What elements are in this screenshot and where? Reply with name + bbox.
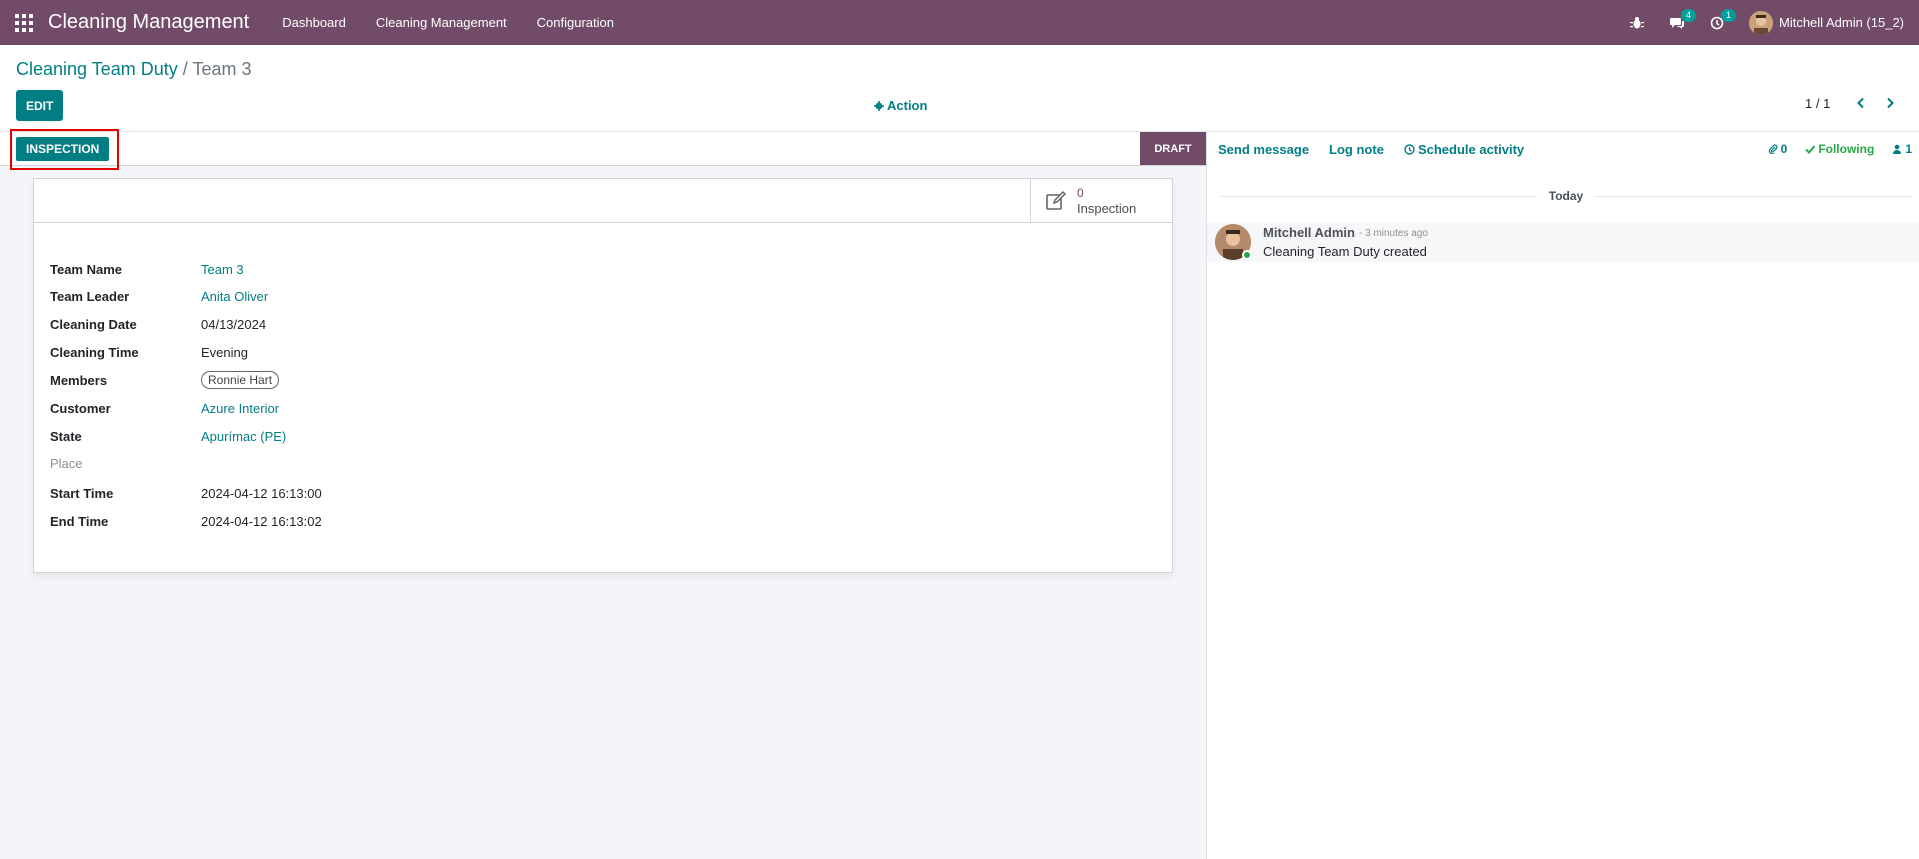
chatter-topbar: Send message Log note Schedule activity … [1207, 132, 1919, 166]
field-cleaning-date: Cleaning Date 04/13/2024 [50, 313, 266, 335]
start-time-value: 2024-04-12 16:13:00 [201, 485, 322, 501]
edit-pencil-icon [1046, 190, 1067, 210]
place-label: Place [50, 455, 83, 471]
online-status-dot [1242, 250, 1252, 260]
breadcrumb-parent-link[interactable]: Cleaning Team Duty [16, 59, 178, 79]
smart-button-box: 0 Inspection [34, 179, 1172, 223]
start-time-label: Start Time [50, 485, 114, 501]
inspection-smart-label: Inspection [1077, 201, 1137, 216]
state-value[interactable]: Apurímac (PE) [201, 429, 286, 444]
chatter-panel: Send message Log note Schedule activity … [1206, 132, 1919, 859]
form-sheet: 0 Inspection Team Name Team 3 Team Leade… [33, 178, 1173, 573]
message-author[interactable]: Mitchell Admin [1263, 225, 1355, 240]
cleaning-date-label: Cleaning Date [50, 316, 137, 332]
end-time-value: 2024-04-12 16:13:02 [201, 513, 322, 529]
inspection-smart-button[interactable]: 0 Inspection [1030, 179, 1172, 223]
following-label: Following [1818, 142, 1875, 156]
activities-clock-icon[interactable]: 1 [1697, 0, 1737, 45]
message-date: - 3 minutes ago [1359, 228, 1428, 239]
following-button[interactable]: Following [1805, 142, 1874, 156]
paperclip-icon [1768, 144, 1778, 154]
form-statusbar: INSPECTION DRAFT [0, 132, 1206, 166]
chevron-left-icon [1857, 97, 1864, 109]
schedule-activity-label: Schedule activity [1417, 141, 1525, 157]
chatter-topbar-right: 0 Following 1 [1750, 142, 1919, 156]
menu-item-cleaning-management[interactable]: Cleaning Management [361, 0, 522, 45]
apps-menu-icon[interactable] [0, 0, 48, 45]
chatter-message: Mitchell Admin - 3 minutes ago Cleaning … [1207, 222, 1919, 262]
menu-item-dashboard[interactable]: Dashboard [267, 0, 361, 45]
followers-count: 1 [1905, 142, 1912, 156]
main-menu: Dashboard Cleaning Management Configurat… [267, 0, 629, 45]
stage-draft[interactable]: DRAFT [1140, 132, 1206, 165]
separator-line [1221, 195, 1537, 197]
app-title[interactable]: Cleaning Management [48, 11, 249, 34]
systray: 4 1 Mitchell Admin (15_2) [1617, 0, 1919, 45]
user-avatar [1749, 10, 1773, 35]
inspection-count: 0 [1077, 186, 1084, 200]
attachments-count: 0 [1780, 142, 1788, 156]
messages-count-badge: 4 [1681, 9, 1697, 22]
debug-bug-icon[interactable] [1617, 0, 1657, 45]
attachments-button[interactable]: 0 [1768, 142, 1788, 156]
pager-previous-button[interactable] [1850, 92, 1872, 114]
state-label: State [50, 428, 82, 444]
user-name: Mitchell Admin (15_2) [1779, 15, 1904, 30]
team-leader-value[interactable]: Anita Oliver [201, 289, 268, 304]
date-separator: Today [1221, 187, 1912, 205]
date-separator-label: Today [1548, 189, 1584, 203]
inspection-button[interactable]: INSPECTION [16, 137, 110, 161]
activities-count-badge: 1 [1721, 9, 1737, 22]
separator-line [1595, 195, 1912, 197]
message-author-avatar[interactable] [1215, 224, 1252, 260]
field-state: State Apurímac (PE) [50, 425, 286, 447]
control-panel: Cleaning Team Duty / Team 3 EDIT Action … [0, 45, 1919, 132]
field-members: Members Ronnie Hart [50, 369, 280, 391]
action-menu-button[interactable]: Action [874, 98, 927, 113]
breadcrumb-separator: / [182, 59, 188, 79]
cleaning-time-label: Cleaning Time [50, 344, 139, 360]
log-note-button[interactable]: Log note [1329, 142, 1384, 157]
message-body: Cleaning Team Duty created [1263, 244, 1427, 259]
chevron-right-icon [1887, 97, 1894, 109]
clock-icon [1404, 143, 1415, 155]
field-start-time: Start Time 2024-04-12 16:13:00 [50, 482, 322, 504]
user-menu[interactable]: Mitchell Admin (15_2) [1749, 10, 1904, 35]
members-label: Members [50, 372, 108, 388]
field-place: Place [50, 452, 201, 474]
edit-button[interactable]: EDIT [16, 90, 64, 121]
breadcrumb: Cleaning Team Duty / Team 3 [16, 59, 252, 80]
user-icon [1893, 144, 1902, 154]
field-cleaning-time: Cleaning Time Evening [50, 341, 248, 363]
field-customer: Customer Azure Interior [50, 397, 279, 419]
gear-icon [874, 100, 884, 111]
pager-next-button[interactable] [1879, 92, 1901, 114]
cleaning-date-value: 04/13/2024 [201, 316, 267, 332]
cleaning-time-value: Evening [201, 344, 248, 360]
top-navbar: Cleaning Management Dashboard Cleaning M… [0, 0, 1919, 45]
messages-icon[interactable]: 4 [1657, 0, 1697, 45]
action-label: Action [887, 98, 928, 113]
field-team-name: Team Name Team 3 [50, 258, 244, 280]
pager-value[interactable]: 1 / 1 [1805, 96, 1830, 111]
schedule-activity-button[interactable]: Schedule activity [1404, 142, 1524, 157]
field-end-time: End Time 2024-04-12 16:13:02 [50, 510, 322, 532]
team-leader-label: Team Leader [50, 288, 130, 304]
team-name-value[interactable]: Team 3 [201, 262, 244, 277]
customer-label: Customer [50, 400, 111, 416]
team-name-label: Team Name [50, 261, 123, 277]
customer-value[interactable]: Azure Interior [201, 401, 279, 416]
breadcrumb-current: Team 3 [192, 59, 252, 79]
send-message-button[interactable]: Send message [1218, 142, 1309, 157]
check-icon [1805, 145, 1816, 154]
field-team-leader: Team Leader Anita Oliver [50, 285, 268, 307]
member-tag[interactable]: Ronnie Hart [201, 371, 280, 389]
followers-button[interactable]: 1 [1892, 142, 1912, 156]
menu-item-configuration[interactable]: Configuration [522, 0, 629, 45]
end-time-label: End Time [50, 513, 109, 529]
